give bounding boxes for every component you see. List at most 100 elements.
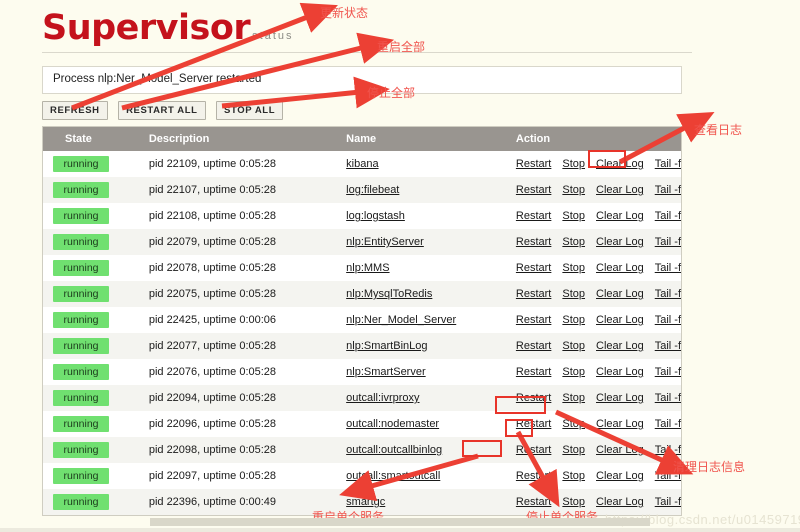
- cell-action: Restart Stop Clear Log Tail -f: [506, 437, 681, 463]
- tail-link[interactable]: Tail -f: [655, 366, 681, 378]
- cell-state: running: [43, 177, 141, 203]
- restart-link[interactable]: Restart: [516, 158, 551, 170]
- tail-link[interactable]: Tail -f: [655, 470, 681, 482]
- restart-link[interactable]: Restart: [516, 314, 551, 326]
- stop-link[interactable]: Stop: [562, 236, 585, 248]
- annotation-refresh: 更新状态: [320, 4, 368, 21]
- status-badge: running: [53, 156, 109, 172]
- tail-link[interactable]: Tail -f: [655, 314, 681, 326]
- restart-all-button[interactable]: RESTART ALL: [118, 101, 206, 120]
- column-header-name: Name: [336, 127, 506, 151]
- clear-log-link[interactable]: Clear Log: [596, 340, 644, 352]
- stop-link[interactable]: Stop: [562, 444, 585, 456]
- cell-state: running: [43, 281, 141, 307]
- stop-link[interactable]: Stop: [562, 418, 585, 430]
- stop-link[interactable]: Stop: [562, 184, 585, 196]
- stop-link[interactable]: Stop: [562, 496, 585, 508]
- restart-link[interactable]: Restart: [516, 288, 551, 300]
- stop-link[interactable]: Stop: [562, 392, 585, 404]
- restart-link[interactable]: Restart: [516, 418, 551, 430]
- bottom-bar: [0, 528, 800, 532]
- restart-link[interactable]: Restart: [516, 366, 551, 378]
- process-name-link[interactable]: log:filebeat: [346, 184, 399, 196]
- restart-link[interactable]: Restart: [516, 470, 551, 482]
- stop-link[interactable]: Stop: [562, 314, 585, 326]
- process-name-link[interactable]: nlp:SmartBinLog: [346, 340, 427, 352]
- clear-log-link[interactable]: Clear Log: [596, 444, 644, 456]
- tail-link[interactable]: Tail -f: [655, 496, 681, 508]
- process-name-link[interactable]: nlp:MMS: [346, 262, 389, 274]
- refresh-button[interactable]: REFRESH: [42, 101, 108, 120]
- process-name-link[interactable]: outcall:smartoutcall: [346, 470, 440, 482]
- tail-link[interactable]: Tail -f: [655, 418, 681, 430]
- tail-link[interactable]: Tail -f: [655, 236, 681, 248]
- cell-state: running: [43, 489, 141, 515]
- cell-description: pid 22107, uptime 0:05:28: [141, 177, 336, 203]
- tail-link[interactable]: Tail -f: [655, 210, 681, 222]
- tail-link[interactable]: Tail -f: [655, 288, 681, 300]
- cell-description: pid 22077, uptime 0:05:28: [141, 333, 336, 359]
- process-name-link[interactable]: nlp:MysqlToRedis: [346, 288, 432, 300]
- tail-link[interactable]: Tail -f: [655, 158, 681, 170]
- stop-link[interactable]: Stop: [562, 288, 585, 300]
- status-badge: running: [53, 416, 109, 432]
- clear-log-link[interactable]: Clear Log: [596, 366, 644, 378]
- column-header-action: Action: [506, 127, 681, 151]
- clear-log-link[interactable]: Clear Log: [596, 158, 644, 170]
- clear-log-link[interactable]: Clear Log: [596, 210, 644, 222]
- cell-name: nlp:EntityServer: [336, 229, 506, 255]
- stop-link[interactable]: Stop: [562, 470, 585, 482]
- clear-log-link[interactable]: Clear Log: [596, 262, 644, 274]
- process-name-link[interactable]: outcall:ivrproxy: [346, 392, 419, 404]
- clear-log-link[interactable]: Clear Log: [596, 236, 644, 248]
- process-name-link[interactable]: outcall:nodemaster: [346, 418, 439, 430]
- clear-log-link[interactable]: Clear Log: [596, 288, 644, 300]
- stop-link[interactable]: Stop: [562, 210, 585, 222]
- clear-log-link[interactable]: Clear Log: [596, 496, 644, 508]
- restart-link[interactable]: Restart: [516, 392, 551, 404]
- clear-log-link[interactable]: Clear Log: [596, 392, 644, 404]
- cell-name: outcall:outcallbinlog: [336, 437, 506, 463]
- process-name-link[interactable]: nlp:SmartServer: [346, 366, 425, 378]
- restart-link[interactable]: Restart: [516, 340, 551, 352]
- stop-link[interactable]: Stop: [562, 158, 585, 170]
- cell-state: running: [43, 151, 141, 177]
- cell-name: smartgc: [336, 489, 506, 515]
- supervisor-status-page: Supervisorstatus Process nlp:Ner_Model_S…: [0, 0, 800, 532]
- restart-link[interactable]: Restart: [516, 496, 551, 508]
- process-name-link[interactable]: kibana: [346, 158, 378, 170]
- cell-action: Restart Stop Clear Log Tail -f: [506, 151, 681, 177]
- status-badge: running: [53, 286, 109, 302]
- stop-link[interactable]: Stop: [562, 262, 585, 274]
- tail-link[interactable]: Tail -f: [655, 184, 681, 196]
- stop-link[interactable]: Stop: [562, 340, 585, 352]
- process-name-link[interactable]: log:logstash: [346, 210, 405, 222]
- process-name-link[interactable]: nlp:EntityServer: [346, 236, 424, 248]
- table-row: runningpid 22097, uptime 0:05:28outcall:…: [43, 463, 681, 489]
- cell-state: running: [43, 359, 141, 385]
- tail-link[interactable]: Tail -f: [655, 444, 681, 456]
- process-name-link[interactable]: smartgc: [346, 496, 385, 508]
- cell-state: running: [43, 307, 141, 333]
- restart-link[interactable]: Restart: [516, 236, 551, 248]
- tail-link[interactable]: Tail -f: [655, 392, 681, 404]
- cell-description: pid 22076, uptime 0:05:28: [141, 359, 336, 385]
- stop-link[interactable]: Stop: [562, 366, 585, 378]
- cell-action: Restart Stop Clear Log Tail -f: [506, 229, 681, 255]
- stop-all-button[interactable]: STOP ALL: [216, 101, 283, 120]
- restart-link[interactable]: Restart: [516, 210, 551, 222]
- process-name-link[interactable]: outcall:outcallbinlog: [346, 444, 442, 456]
- restart-link[interactable]: Restart: [516, 184, 551, 196]
- restart-link[interactable]: Restart: [516, 262, 551, 274]
- clear-log-link[interactable]: Clear Log: [596, 184, 644, 196]
- cell-description: pid 22096, uptime 0:05:28: [141, 411, 336, 437]
- restart-link[interactable]: Restart: [516, 444, 551, 456]
- clear-log-link[interactable]: Clear Log: [596, 418, 644, 430]
- clear-log-link[interactable]: Clear Log: [596, 470, 644, 482]
- process-name-link[interactable]: nlp:Ner_Model_Server: [346, 314, 456, 326]
- tail-link[interactable]: Tail -f: [655, 340, 681, 352]
- cell-state: running: [43, 437, 141, 463]
- table-row: runningpid 22109, uptime 0:05:28kibanaRe…: [43, 151, 681, 177]
- tail-link[interactable]: Tail -f: [655, 262, 681, 274]
- clear-log-link[interactable]: Clear Log: [596, 314, 644, 326]
